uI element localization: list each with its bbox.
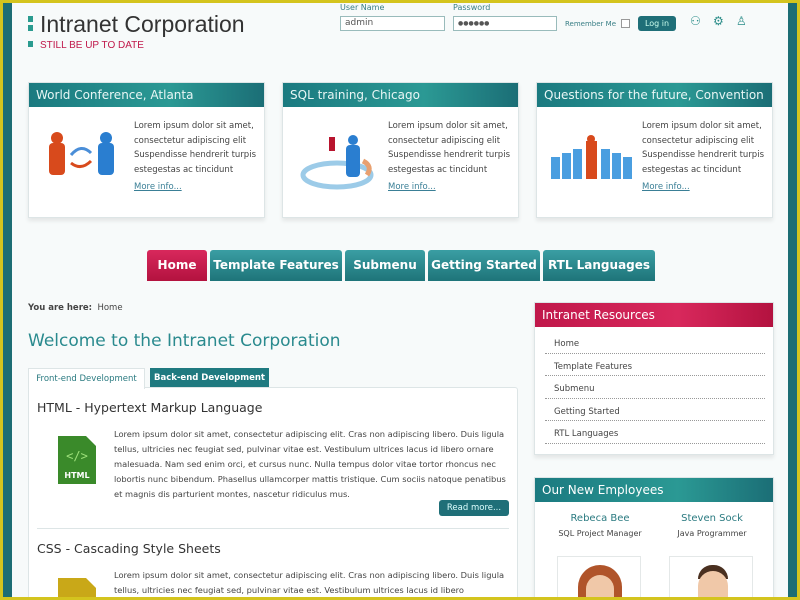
article-text: Lorem ipsum dolor sit amet, consectetur … <box>114 429 506 499</box>
employee-role: Java Programmer <box>677 529 747 538</box>
card-title: Questions for the future, Convention <box>537 83 772 107</box>
employees-title: Our New Employees <box>535 478 773 502</box>
employee: Steven Sock Java Programmer <box>657 513 767 538</box>
event-card: Questions for the future, Convention Lor… <box>536 82 773 218</box>
breadcrumb-label: You are here: <box>28 303 93 313</box>
resource-link-submenu[interactable]: Submenu <box>545 376 765 399</box>
breadcrumb: You are here: Home <box>28 303 123 313</box>
card-title: SQL training, Chicago <box>283 83 518 107</box>
resource-link-template-features[interactable]: Template Features <box>545 354 765 376</box>
article-title[interactable]: HTML - Hypertext Markup Language <box>37 400 262 415</box>
employee: Rebeca Bee SQL Project Manager <box>545 513 655 538</box>
add-user-icon[interactable]: ♙ <box>736 14 747 28</box>
nav-rtl-languages[interactable]: RTL Languages <box>543 250 655 281</box>
resource-link-home[interactable]: Home <box>545 331 765 354</box>
card-text: Lorem ipsum dolor sit amet, consectetur … <box>642 121 764 175</box>
employees-panel: Our New Employees Rebeca Bee SQL Project… <box>534 477 774 597</box>
breadcrumb-current[interactable]: Home <box>97 303 122 313</box>
employee-photo <box>557 556 641 597</box>
resource-link-rtl-languages[interactable]: RTL Languages <box>545 421 765 444</box>
svg-text:</>: </> <box>66 449 88 463</box>
svg-text:HTML: HTML <box>64 471 89 480</box>
employee-name[interactable]: Steven Sock <box>657 513 767 524</box>
remember-checkbox[interactable] <box>621 19 630 28</box>
people-exchange-icon <box>49 132 114 175</box>
remember-label: Remember Me <box>565 20 616 28</box>
more-info-link[interactable]: More info... <box>642 180 772 195</box>
tab-back-end[interactable]: Back-end Development <box>150 368 269 389</box>
divider <box>37 528 509 529</box>
password-input[interactable]: ●●●●●● <box>453 16 557 31</box>
tab-front-end[interactable]: Front-end Development <box>28 368 145 389</box>
article-title[interactable]: CSS - Cascading Style Sheets <box>37 541 221 556</box>
article-text: Lorem ipsum dolor sit amet, consectetur … <box>114 570 505 595</box>
resources-title: Intranet Resources <box>535 303 773 327</box>
tagline: STILL BE UP TO DATE <box>40 40 144 51</box>
card-text: Lorem ipsum dolor sit amet, consectetur … <box>134 121 256 175</box>
employee-photo <box>669 556 753 597</box>
employee-name[interactable]: Rebeca Bee <box>545 513 655 524</box>
settings-user-icon[interactable]: ⚙ <box>713 14 724 28</box>
username-label: User Name <box>340 3 385 12</box>
card-title: World Conference, Atlanta <box>29 83 264 107</box>
page-title: Welcome to the Intranet Corporation <box>28 331 341 351</box>
html-file-icon: </> HTML <box>58 436 96 484</box>
username-input[interactable]: admin <box>340 16 445 31</box>
card-text: Lorem ipsum dolor sit amet, consectetur … <box>388 121 510 175</box>
more-info-link[interactable]: More info... <box>134 180 264 195</box>
nav-submenu[interactable]: Submenu <box>345 250 425 281</box>
nav-template-features[interactable]: Template Features <box>210 250 342 281</box>
nav-home[interactable]: Home <box>147 250 207 281</box>
register-icon[interactable]: ⚇ <box>690 14 701 28</box>
more-info-link[interactable]: More info... <box>388 180 518 195</box>
resource-link-getting-started[interactable]: Getting Started <box>545 399 765 421</box>
read-more-button[interactable]: Read more... <box>439 500 509 516</box>
event-card: World Conference, Atlanta Lorem ipsum do… <box>28 82 265 218</box>
event-card: SQL training, Chicago Lorem ipsum dolor … <box>282 82 519 218</box>
employee-role: SQL Project Manager <box>558 529 642 538</box>
nav-getting-started[interactable]: Getting Started <box>428 250 540 281</box>
training-icon <box>300 135 374 190</box>
crowd-icon <box>551 135 632 179</box>
login-button[interactable]: Log in <box>638 16 676 31</box>
resources-panel: Intranet Resources Home Template Feature… <box>534 302 774 455</box>
page: Intranet Corporation STILL BE UP TO DATE… <box>12 3 788 597</box>
tab-content: HTML - Hypertext Markup Language </> HTML… <box>28 387 518 597</box>
password-label: Password <box>453 3 491 12</box>
css-file-icon <box>58 578 96 597</box>
site-title: Intranet Corporation <box>40 11 245 37</box>
